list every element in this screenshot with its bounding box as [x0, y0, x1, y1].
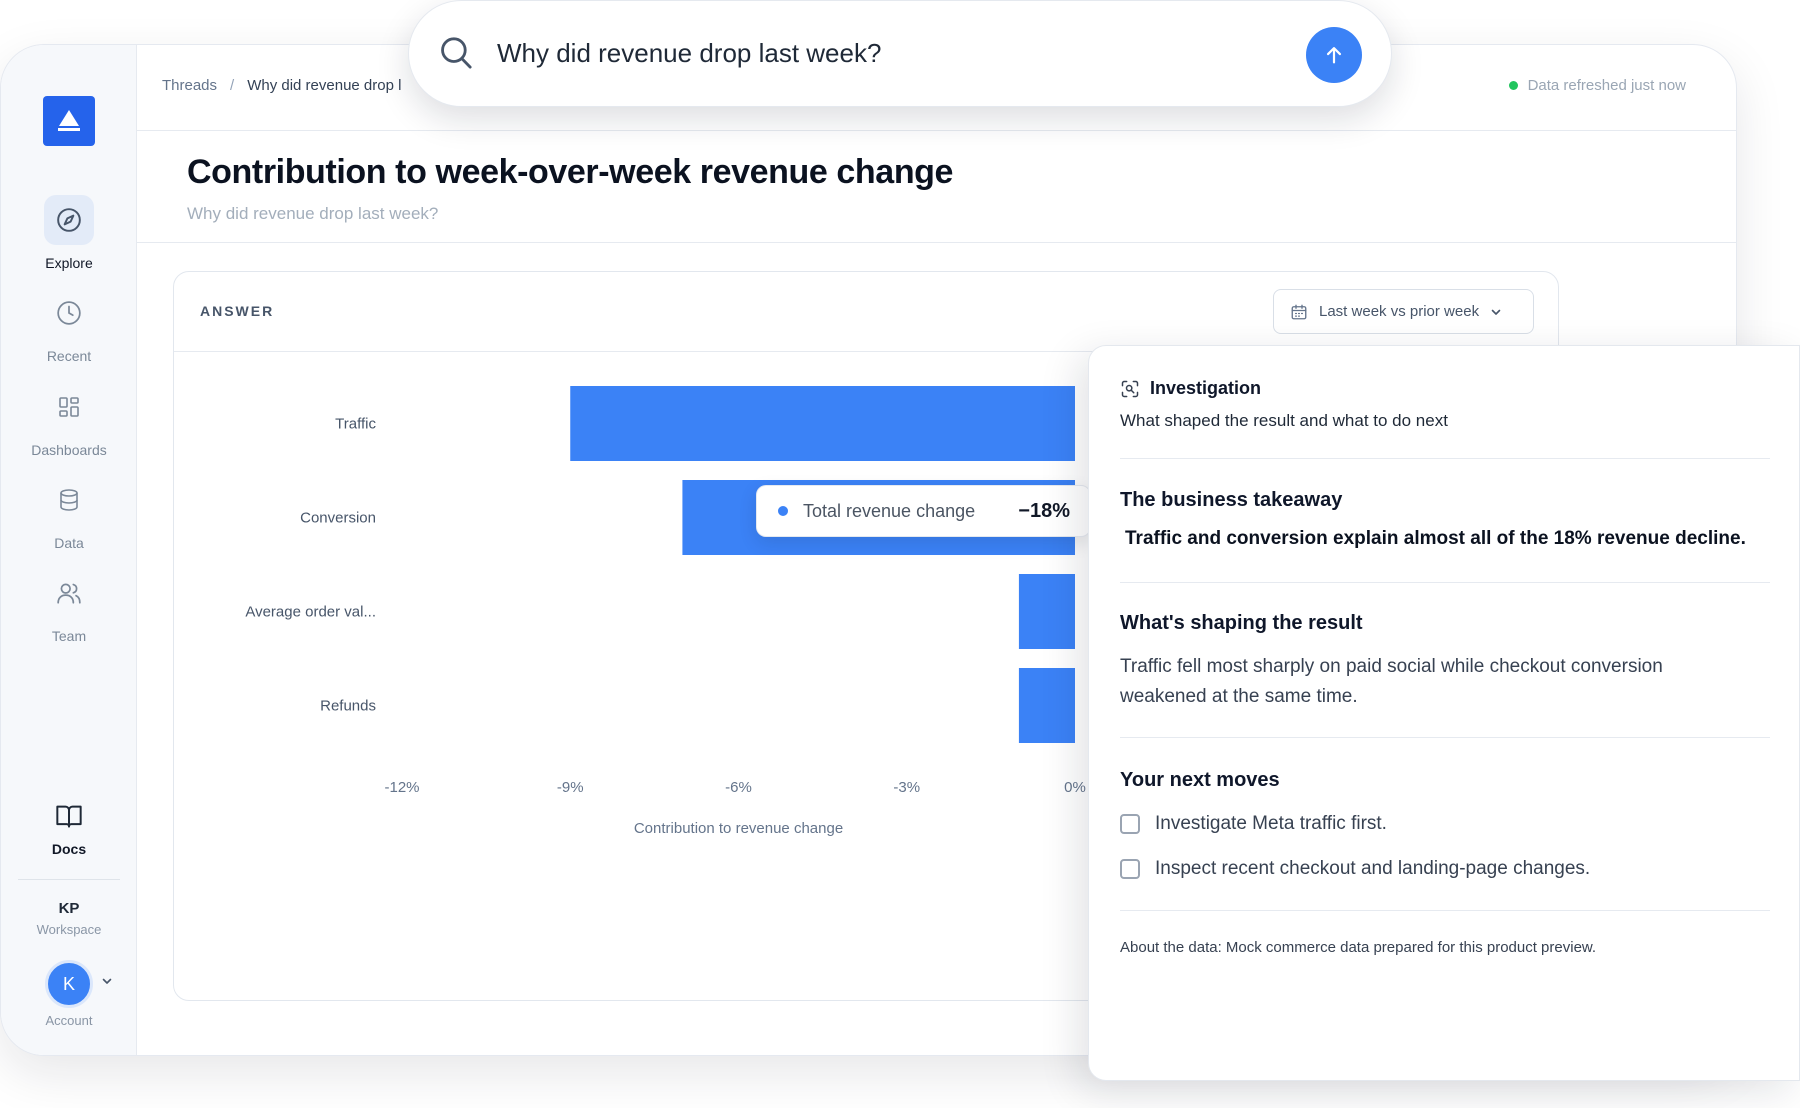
- send-button[interactable]: [1306, 27, 1362, 83]
- shaping-title: What's shaping the result: [1120, 612, 1363, 634]
- panel-divider: [1120, 458, 1770, 459]
- breadcrumb-threads[interactable]: Threads: [162, 77, 217, 94]
- sidebar-item-label: Explore: [45, 255, 93, 271]
- x-tick-label: -12%: [384, 779, 419, 796]
- book-icon: [56, 805, 82, 828]
- about-data-note: About the data: Mock commerce data prepa…: [1120, 939, 1597, 956]
- refresh-status-text: Data refreshed just now: [1527, 77, 1686, 94]
- sidebar-item-label: Team: [51, 628, 87, 644]
- investigation-panel: Investigation What shaped the result and…: [1088, 345, 1800, 1081]
- x-tick-label: -9%: [557, 779, 584, 796]
- next-move-item[interactable]: Inspect recent checkout and landing-page…: [1120, 858, 1590, 880]
- tooltip-label: Total revenue change: [803, 500, 976, 521]
- page-title: Contribution to week-over-week revenue c…: [187, 153, 954, 191]
- avatar-initial: K: [62, 973, 75, 994]
- sidebar-item-label: Dashboards: [31, 442, 107, 458]
- next-move-checkbox[interactable]: [1120, 814, 1140, 834]
- sidebar-item-explore[interactable]: Explore: [1, 195, 137, 271]
- sidebar-item-label: Recent: [46, 348, 92, 364]
- sidebar-item-docs[interactable]: Docs: [1, 799, 137, 857]
- status-dot: [1508, 81, 1518, 90]
- tooltip-value: −18%: [1018, 499, 1070, 522]
- workspace-label: Workspace: [36, 922, 102, 937]
- panel-divider: [1120, 582, 1770, 583]
- sidebar-item-recent[interactable]: Recent: [1, 288, 137, 364]
- account-label: Account: [45, 1013, 93, 1028]
- sidebar-item-label: Data: [54, 535, 84, 551]
- next-move-label: Investigate Meta traffic first.: [1155, 813, 1387, 834]
- bar-refunds: [1018, 668, 1075, 743]
- breadcrumb: Threads / Why did revenue drop l: [162, 77, 401, 94]
- panel-header: Investigation: [1120, 378, 1261, 399]
- users-icon: [57, 583, 81, 604]
- next-move-checkbox[interactable]: [1120, 859, 1140, 879]
- app-logo[interactable]: [43, 96, 95, 146]
- scan-search-icon: [1121, 380, 1139, 397]
- bar-traffic: [570, 386, 1075, 461]
- sidebar-item-team[interactable]: Team: [1, 568, 137, 644]
- takeaway-text: Traffic and conversion explain almost al…: [1125, 528, 1746, 549]
- sidebar-item-label: Docs: [51, 841, 87, 857]
- next-moves-title: Your next moves: [1120, 769, 1280, 791]
- page-subtitle: Why did revenue drop last week?: [187, 204, 439, 223]
- page-header: Contribution to week-over-week revenue c…: [137, 131, 1736, 243]
- sidebar: Explore Recent Dashboards Data Team Docs…: [1, 45, 137, 1055]
- x-tick-label: -6%: [725, 779, 752, 796]
- search-icon: [441, 37, 472, 69]
- logo-icon: [58, 110, 80, 131]
- shaping-text: Traffic fell most sharply on paid social…: [1120, 656, 1663, 707]
- sidebar-divider: [18, 879, 120, 880]
- sidebar-item-data[interactable]: Data: [1, 475, 137, 551]
- chevron-down-icon[interactable]: [100, 974, 114, 988]
- arrow-up-icon: [1326, 47, 1342, 64]
- avatar[interactable]: K: [45, 960, 93, 1008]
- panel-divider: [1120, 737, 1770, 738]
- next-move-item[interactable]: Investigate Meta traffic first.: [1120, 813, 1387, 835]
- x-tick-label: 0%: [1064, 779, 1086, 796]
- tooltip-series-dot: [778, 506, 788, 516]
- category-label: Traffic: [335, 416, 376, 433]
- app-stage: Explore Recent Dashboards Data Team Docs…: [0, 0, 1800, 1108]
- breadcrumb-current: Why did revenue drop l: [247, 77, 402, 94]
- panel-divider: [1120, 910, 1770, 911]
- x-axis-label: Contribution to revenue change: [634, 820, 843, 837]
- search-input[interactable]: [497, 31, 1267, 75]
- compass-icon: [57, 208, 81, 232]
- database-icon: [60, 489, 78, 511]
- search-bar: [408, 0, 1392, 107]
- workspace-initials[interactable]: KP: [1, 900, 137, 917]
- x-tick-label: -3%: [893, 779, 920, 796]
- breadcrumb-separator: /: [230, 77, 235, 94]
- next-move-label: Inspect recent checkout and landing-page…: [1155, 858, 1591, 879]
- refresh-status: Data refreshed just now: [1508, 77, 1686, 94]
- panel-description: What shaped the result and what to do ne…: [1120, 411, 1448, 430]
- panel-title: Investigation: [1150, 378, 1262, 398]
- grid-icon: [59, 397, 79, 417]
- sidebar-item-dashboards[interactable]: Dashboards: [1, 382, 137, 458]
- takeaway-title: The business takeaway: [1120, 489, 1343, 511]
- category-label: Refunds: [320, 698, 376, 715]
- clock-icon: [57, 301, 81, 325]
- category-label: Conversion: [300, 510, 376, 527]
- chart-tooltip: Total revenue change −18%: [756, 485, 1091, 537]
- category-label: Average order val...: [245, 604, 376, 621]
- bar-average-order-val: [1018, 574, 1075, 649]
